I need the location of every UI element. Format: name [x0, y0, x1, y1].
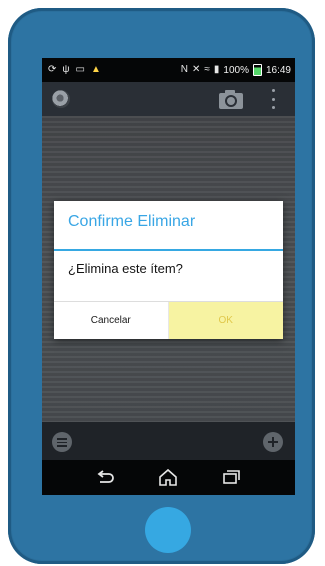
- dialog-message: ¿Elimina este ítem?: [68, 261, 183, 276]
- list-icon[interactable]: [52, 432, 72, 452]
- home-icon: [159, 468, 177, 486]
- back-icon: [97, 470, 114, 483]
- overflow-menu-icon[interactable]: [268, 89, 278, 109]
- bottom-toolbar: [42, 422, 295, 460]
- back-button[interactable]: [94, 468, 116, 486]
- camera-button[interactable]: [218, 88, 244, 110]
- status-bar: ⟳ ψ ▭ ▲ N ✕ ≈ ▮ 100% 16:49: [42, 58, 295, 82]
- app-logo-icon[interactable]: [52, 90, 70, 108]
- battery-icon: [252, 64, 262, 76]
- dialog-title-divider: [54, 249, 283, 251]
- camera-icon: [219, 90, 243, 109]
- recents-icon: [223, 470, 240, 484]
- dialog-buttons: Cancelar OK: [54, 302, 283, 339]
- warning-icon: ▲: [90, 64, 101, 75]
- wifi-icon: ≈: [204, 64, 210, 75]
- home-nav-button[interactable]: [157, 468, 179, 486]
- confirm-delete-dialog: Confirme Eliminar ¿Elimina este ítem? Ca…: [54, 201, 283, 339]
- nfc-icon: N: [180, 64, 188, 75]
- mute-icon: ✕: [191, 64, 201, 75]
- cancel-button[interactable]: Cancelar: [54, 302, 168, 339]
- usb-icon: ψ: [62, 64, 70, 75]
- dialog-title: Confirme Eliminar: [68, 213, 196, 230]
- ok-button[interactable]: OK: [167, 302, 283, 339]
- phone-home-button[interactable]: [145, 507, 191, 553]
- signal-icon: ▮: [213, 64, 220, 75]
- navigation-bar: [42, 460, 295, 495]
- add-icon[interactable]: [263, 432, 283, 452]
- recents-button[interactable]: [220, 468, 242, 486]
- battery-percent: 100%: [223, 64, 249, 76]
- screen-icon: ▭: [75, 64, 85, 75]
- device-screen: ⟳ ψ ▭ ▲ N ✕ ≈ ▮ 100% 16:49 Confirme Elim…: [42, 58, 295, 495]
- sync-icon: ⟳: [48, 64, 57, 75]
- action-bar: [42, 82, 295, 116]
- status-time: 16:49: [265, 64, 291, 76]
